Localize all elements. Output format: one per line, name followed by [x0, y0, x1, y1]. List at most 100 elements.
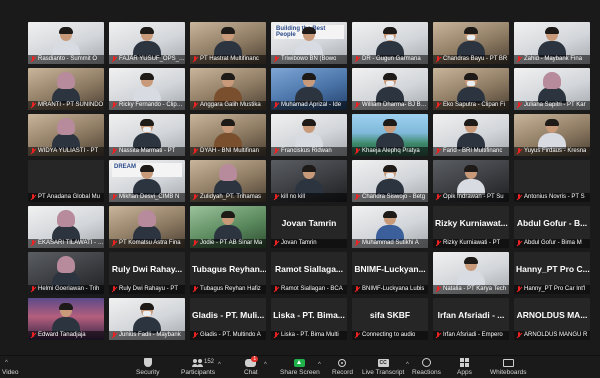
muted-mic-icon — [30, 148, 36, 155]
video-button[interactable]: ^ Video — [2, 360, 19, 376]
chat-caret-icon[interactable]: ^ — [264, 362, 267, 368]
participant-tile[interactable]: MRANTI - PT SUNINDO — [28, 68, 104, 110]
participant-tile[interactable]: Rizky Kurniawat... Rizky Kurniawati - PT — [433, 206, 509, 248]
participant-tile[interactable]: Eko Saputra - Clipan Fi — [433, 68, 509, 110]
participant-video-avatar — [132, 119, 162, 149]
participant-tile[interactable]: Rasdianto - Summit O — [28, 22, 104, 64]
participant-tile[interactable]: Yuyus Firdaus - Kresna — [514, 114, 590, 156]
participant-tile[interactable]: kill no kill — [271, 160, 347, 202]
record-button[interactable]: Record — [332, 358, 353, 376]
reactions-button[interactable]: Reactions — [412, 358, 441, 376]
security-button[interactable]: Security — [136, 358, 159, 376]
participant-tile[interactable]: Gladis - PT. Muli... Gladis - PT. Multind… — [190, 298, 266, 340]
muted-mic-icon — [111, 194, 117, 201]
muted-mic-icon — [30, 240, 36, 247]
participant-tile[interactable]: DREAM Mikhan Desvi_CIMB N — [109, 160, 185, 202]
participant-tile[interactable]: Edward Tanadjaja — [28, 298, 104, 340]
participant-tile[interactable]: PT Anadana Global Mu — [28, 160, 104, 202]
participant-tile[interactable]: Helmi Goeriawan - Trih — [28, 252, 104, 294]
apps-button[interactable]: Apps — [457, 358, 472, 376]
participant-name: Juliana Sapitri - PT Kar — [524, 102, 586, 108]
participant-name: Opik Indrawan - PT Su — [443, 194, 504, 200]
participant-name-bar: PT Komatsu Astra Fina — [109, 239, 185, 248]
participant-tile[interactable]: Chandras Bayu - PT BR — [433, 22, 509, 64]
participant-display-name: ARNOLDUS MA... — [516, 310, 588, 320]
participant-tile[interactable]: Nassita Marmati - PT — [109, 114, 185, 156]
muted-mic-icon — [192, 102, 198, 109]
participant-name-bar: Helmi Goeriawan - Trih — [28, 285, 104, 294]
participant-tile[interactable]: Jodie - PT AB Sinar Ma — [190, 206, 266, 248]
participant-tile[interactable]: ARNOLDUS MA... ARNOLDUS MANGU R — [514, 298, 590, 340]
shield-icon — [143, 358, 152, 367]
participant-tile[interactable]: Building the Best People Triwibowo BN (Bo… — [271, 22, 347, 64]
share-screen-button[interactable]: Share Screen — [280, 358, 320, 376]
participant-tile[interactable]: Ruly Dwi Rahay... Ruly Dwi Rahayu - PT — [109, 252, 185, 294]
participant-name: Yuyus Firdaus - Kresna — [524, 148, 587, 154]
share-caret-icon[interactable]: ^ — [318, 362, 321, 368]
participant-tile[interactable]: FAJAR YUSUF_OPS_AS — [109, 22, 185, 64]
chat-badge: 1 — [251, 356, 259, 362]
chat-button[interactable]: 1 Chat — [244, 356, 259, 376]
participant-tile[interactable]: Ramot Siallaga... Ramot Siallagan - BCA — [271, 252, 347, 294]
participant-tile[interactable]: Khaeja Alephq Pratya — [352, 114, 428, 156]
participant-tile[interactable]: Anggara Galih Mustika — [190, 68, 266, 110]
participant-name-bar: Natalia - PT Karya Tech — [433, 285, 509, 294]
participant-name: FAJAR YUSUF_OPS_AS — [119, 56, 185, 62]
participant-name: Nassita Marmati - PT — [119, 148, 176, 154]
live-transcript-button[interactable]: CC Live Transcript — [362, 358, 404, 376]
participant-tile[interactable]: Ricky Fernando - Clipan F — [109, 68, 185, 110]
participant-tile[interactable]: Franciskus Ridwan — [271, 114, 347, 156]
muted-mic-icon — [273, 194, 279, 201]
whiteboards-button[interactable]: Whiteboards — [490, 358, 527, 376]
participant-tile[interactable]: Muhammad Sutikhi A — [352, 206, 428, 248]
participant-tile[interactable]: DR - Gugun Garmana — [352, 22, 428, 64]
participant-tile[interactable]: sifa SKBF Connecting to audio — [352, 298, 428, 340]
muted-mic-icon — [111, 148, 117, 155]
participant-tile[interactable]: Abdul Gofur - B... Abdul Gofur - Bima M — [514, 206, 590, 248]
muted-mic-icon — [273, 240, 279, 247]
chat-icon: 1 — [245, 356, 259, 367]
participant-name-bar: Chandra Siswojo - Betg — [352, 193, 428, 202]
participant-name: Franciskus Ridwan — [281, 148, 332, 154]
participant-tile[interactable]: Tubagus Reyhan... Tubagus Reyhan Hafiz — [190, 252, 266, 294]
participant-name-bar: Nassita Marmati - PT — [109, 147, 185, 156]
participant-tile[interactable]: PT Komatsu Astra Fina — [109, 206, 185, 248]
record-icon — [338, 359, 347, 367]
participant-tile[interactable]: Antonius Novris - PT S — [514, 160, 590, 202]
participants-caret-icon[interactable]: ^ — [218, 362, 221, 368]
participant-tile[interactable]: Jovan Tamrin Jovan Tamrin — [271, 206, 347, 248]
participant-tile[interactable]: William Dharma- BJ Bank — [352, 68, 428, 110]
video-caret-icon[interactable]: ^ — [5, 360, 8, 366]
participant-name: Helmi Goeriawan - Trih — [38, 286, 100, 292]
muted-mic-icon — [435, 240, 441, 247]
participant-video-avatar — [456, 119, 486, 149]
participant-tile[interactable]: Zahid - Maybank Fina — [514, 22, 590, 64]
participant-tile[interactable]: BNIMF-Luckyan... BNIMF-Luckyana Lubis — [352, 252, 428, 294]
muted-mic-icon — [354, 240, 360, 247]
participant-tile[interactable]: DYAH - BNI Multifinan — [190, 114, 266, 156]
participant-tile[interactable]: Juliana Sapitri - PT Kar — [514, 68, 590, 110]
participant-tile[interactable]: Hanny_PT Pro C... Hanny_PT Pro Car Int'l — [514, 252, 590, 294]
muted-mic-icon — [111, 332, 117, 339]
participant-tile[interactable]: Opik Indrawan - PT Su — [433, 160, 509, 202]
participant-tile[interactable]: PT Hastrat Multifinanc — [190, 22, 266, 64]
participant-tile[interactable]: Liska - PT. Bima... Liska - PT. Bima Mult… — [271, 298, 347, 340]
participant-tile[interactable]: WIDYA YULIASTI - PT — [28, 114, 104, 156]
participant-tile[interactable]: Chandra Siswojo - Betg — [352, 160, 428, 202]
participant-tile[interactable]: Junius Fadli - Maybank — [109, 298, 185, 340]
participant-name: Zahid - Maybank Fina — [524, 56, 583, 62]
participant-tile[interactable]: EKASARI TILAWATI - PT — [28, 206, 104, 248]
participant-name-bar: Eko Saputra - Clipan Fi — [433, 101, 509, 110]
participant-display-name: Gladis - PT. Muli... — [192, 310, 265, 320]
participant-name-bar: Rasdianto - Summit O — [28, 55, 104, 64]
participant-name: Liska - PT. Bima Multi — [281, 332, 339, 338]
gallery-grid: Rasdianto - Summit O FAJAR YUSUF_OPS_AS PT… — [28, 22, 592, 340]
participant-tile[interactable]: Farid - BRI Multifinanc — [433, 114, 509, 156]
participant-name-bar: Liska - PT. Bima Multi — [271, 331, 347, 340]
participant-tile[interactable]: Zulidyah_PT. Trihamas — [190, 160, 266, 202]
transcript-caret-icon[interactable]: ^ — [406, 362, 409, 368]
participant-tile[interactable]: Natalia - PT Karya Tech — [433, 252, 509, 294]
participant-tile[interactable]: Muhamad Aprizal - Ide — [271, 68, 347, 110]
share-screen-icon — [294, 359, 306, 367]
participant-tile[interactable]: Irfan Afsriadi - ... Irfan Afsriadi - Emp… — [433, 298, 509, 340]
